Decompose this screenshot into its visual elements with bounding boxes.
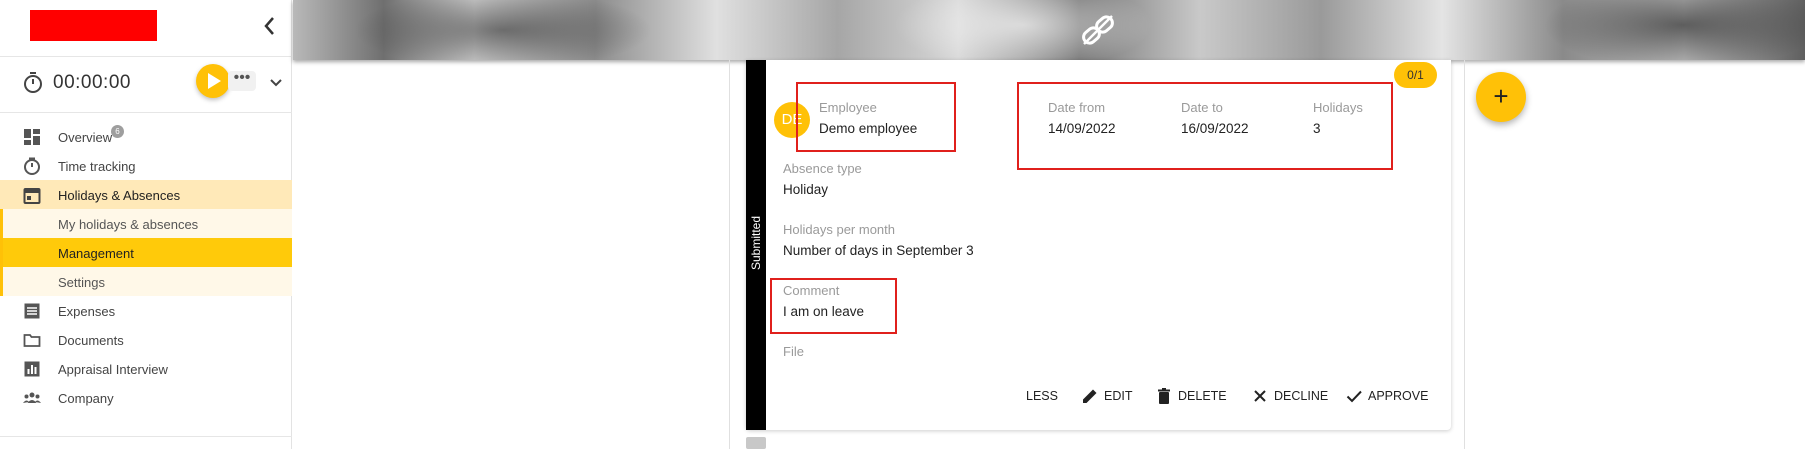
company-logo [30,10,157,41]
field-value: 3 [1313,121,1321,136]
field-label: Holidays [1313,100,1363,115]
absence-request-card: Submitted 0/1 DE Employee Demo employee … [746,60,1451,430]
collapse-sidebar-icon[interactable] [260,14,280,38]
comment-field: Comment I am on leave [783,283,864,319]
chevron-down-icon[interactable] [266,72,286,92]
sidebar-item-label: Documents [58,333,124,348]
banner-decoration [1543,0,1805,60]
bar-chart-icon [23,360,41,378]
holidays-field: Holidays 3 [1313,100,1363,136]
sidebar-item-settings[interactable]: Settings [0,267,292,296]
list-icon [23,302,41,320]
sidebar-item-label: Overview [58,130,113,145]
stopwatch-icon [23,157,41,175]
sidebar-item-label: Holidays & Absences [58,188,181,203]
field-label: File [783,344,804,359]
status-label: Submitted [749,215,763,271]
field-label: Holidays per month [783,222,895,237]
holidays-per-month-field: Holidays per month Number of days in Sep… [783,222,974,258]
trash-icon [1158,388,1170,404]
button-label: DECLINE [1274,389,1329,403]
divider [0,436,292,437]
avatar: DE [774,102,810,138]
field-label: Date to [1181,100,1223,115]
sidebar-item-label: My holidays & absences [58,217,199,232]
start-timer-button[interactable] [196,64,230,98]
more-options-button[interactable]: ••• [228,70,256,91]
sidebar-item-label: Settings [58,275,105,290]
stopwatch-icon [22,70,44,94]
field-value: I am on leave [783,304,865,319]
timer-bar: 00:00:00 ••• [0,58,292,106]
sidebar-item-my-holidays[interactable]: My holidays & absences [0,209,292,238]
field-value: Demo employee [819,121,918,136]
header-banner [293,0,1805,60]
sidebar-item-documents[interactable]: Documents [0,325,292,354]
field-value: Holiday [783,182,829,197]
field-value: 14/09/2022 [1048,121,1116,136]
button-label: EDIT [1104,389,1133,403]
check-icon [1346,390,1362,403]
folder-icon [23,331,41,349]
notification-badge: 6 [111,125,124,138]
date-from-field: Date from 14/09/2022 [1048,100,1116,136]
sidebar-item-expenses[interactable]: Expenses [0,296,292,325]
employee-field: Employee Demo employee [819,100,917,136]
sidebar-item-label: Time tracking [58,159,136,174]
close-icon [1254,390,1266,402]
sidebar-nav: Overview 6 Time tracking Holidays & Abse… [0,122,292,412]
absence-type-field: Absence type Holiday [783,161,862,197]
sidebar-item-company[interactable]: Company [0,383,292,412]
count-badge: 0/1 [1394,62,1437,88]
file-field: File [783,344,804,365]
content-column: Submitted 0/1 DE Employee Demo employee … [729,60,1465,449]
sidebar-item-label: Company [58,391,114,406]
divider [0,56,292,57]
less-button[interactable]: LESS [1026,386,1060,406]
delete-button[interactable]: DELETE [1155,386,1227,406]
sidebar-item-management[interactable]: Management [0,238,292,267]
field-value: 16/09/2022 [1181,121,1249,136]
edit-button[interactable]: EDIT [1081,386,1137,406]
calendar-icon [23,186,41,204]
field-label: Absence type [783,161,862,176]
field-value: Number of days in September 3 [783,243,974,258]
button-label: DELETE [1178,389,1227,403]
people-icon [23,389,41,407]
status-bar: Submitted [746,60,766,430]
add-button[interactable]: + [1476,72,1526,122]
sidebar: 00:00:00 ••• Overview 6 Time tracking Ho… [0,0,292,449]
sidebar-item-time-tracking[interactable]: Time tracking [0,151,292,180]
sidebar-item-label: Management [58,246,134,261]
sidebar-item-appraisal-interview[interactable]: Appraisal Interview [0,354,292,383]
dashboard-icon [23,128,41,146]
timer-display: 00:00:00 [53,72,131,93]
button-label: LESS [1026,389,1058,403]
field-label: Employee [819,100,877,115]
sidebar-item-overview[interactable]: Overview 6 [0,122,292,151]
banner-decoration [353,0,653,60]
date-to-field: Date to 16/09/2022 [1181,100,1249,136]
link-icon[interactable] [1078,10,1118,50]
sidebar-item-label: Appraisal Interview [58,362,168,377]
next-card-edge [746,437,766,449]
approve-button[interactable]: APPROVE [1345,386,1429,406]
divider [0,112,292,113]
sidebar-item-label: Expenses [58,304,116,319]
decline-button[interactable]: DECLINE [1251,386,1329,406]
field-label: Date from [1048,100,1106,115]
field-label: Comment [783,283,840,298]
sidebar-item-holidays-absences[interactable]: Holidays & Absences [0,180,292,209]
button-label: APPROVE [1368,389,1429,403]
pencil-icon [1083,389,1097,403]
